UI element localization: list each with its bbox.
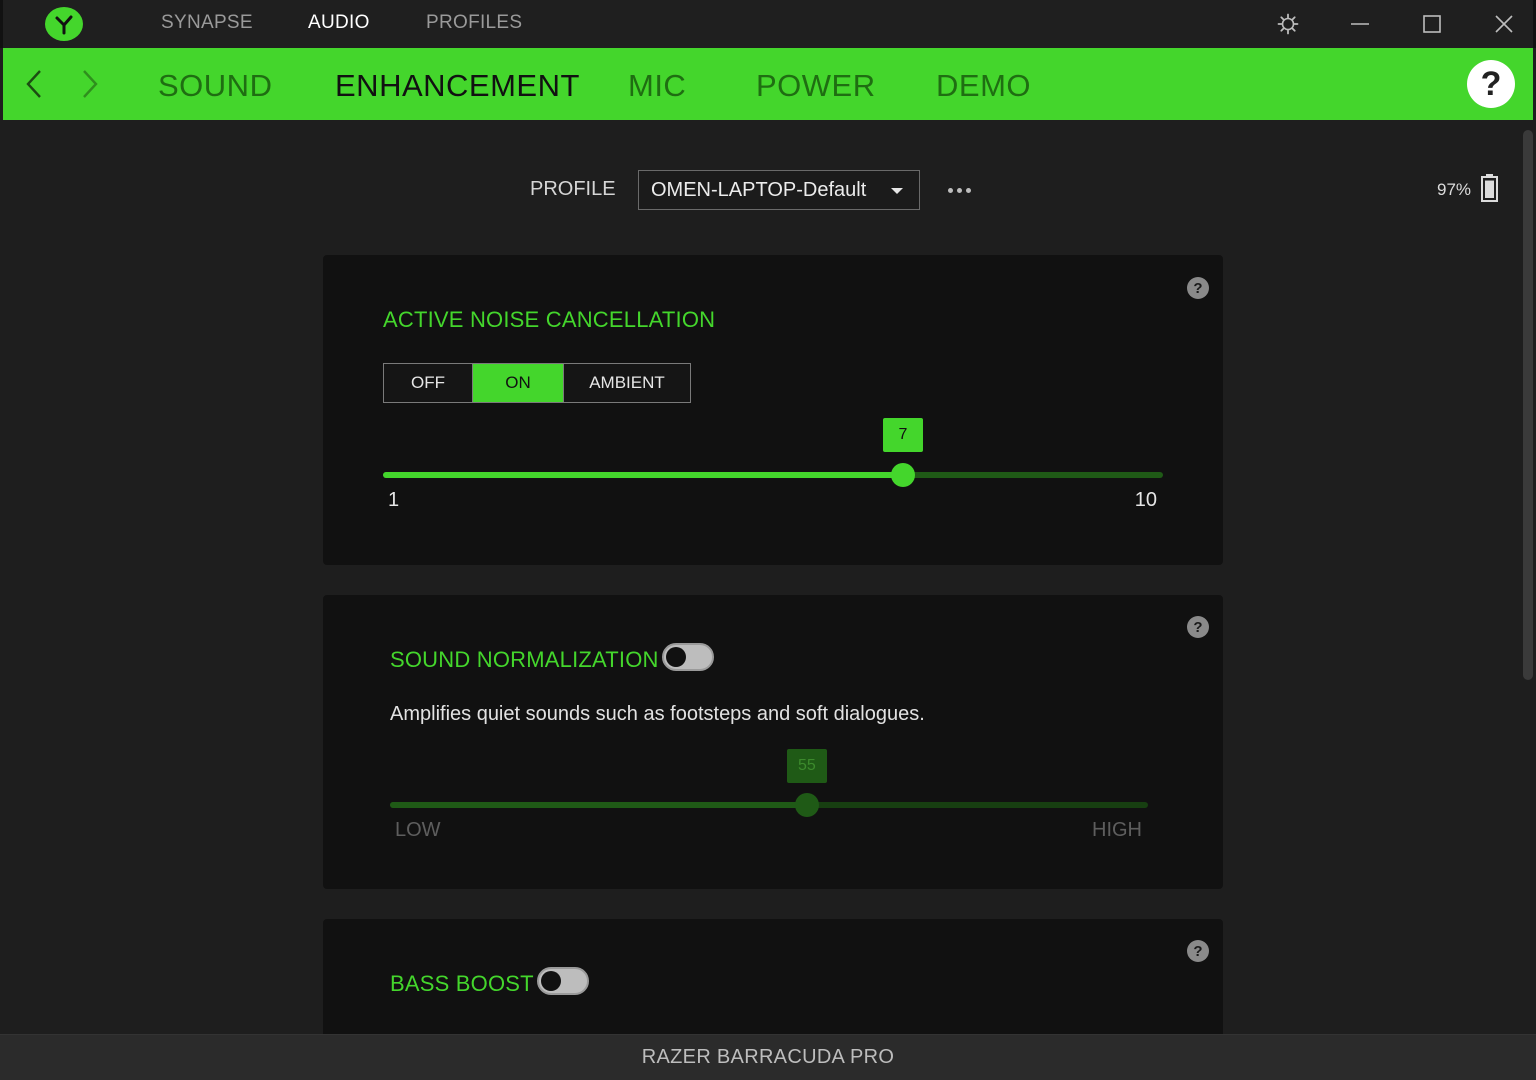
tab-power[interactable]: POWER (756, 68, 876, 104)
profile-dropdown[interactable]: OMEN-LAPTOP-Default (638, 170, 920, 210)
bass-boost-card: ? BASS BOOST (323, 919, 1223, 1034)
battery-icon (1481, 174, 1498, 202)
minimize-icon[interactable] (1340, 6, 1380, 42)
tab-synapse[interactable]: SYNAPSE (161, 12, 253, 34)
razer-logo-icon[interactable] (45, 7, 83, 41)
content-area: PROFILE OMEN-LAPTOP-Default 97% ? ACTIVE… (3, 120, 1533, 1034)
more-options-icon[interactable] (943, 178, 975, 202)
close-icon[interactable] (1484, 6, 1524, 42)
device-name: RAZER BARRACUDA PRO (641, 1046, 895, 1068)
tab-sound[interactable]: SOUND (158, 68, 272, 104)
maximize-icon[interactable] (1412, 6, 1452, 42)
anc-title: ACTIVE NOISE CANCELLATION (383, 307, 716, 332)
profile-label: PROFILE (530, 178, 616, 200)
anc-slider-thumb[interactable] (891, 463, 915, 487)
profile-selected-value: OMEN-LAPTOP-Default (651, 178, 867, 201)
tab-demo[interactable]: DEMO (936, 68, 1031, 104)
sub-navigation-bar: SOUND ENHANCEMENT MIC POWER DEMO ? (3, 48, 1533, 120)
title-bar: SYNAPSE AUDIO PROFILES (0, 0, 1536, 48)
anc-slider-min-label: 1 (388, 489, 400, 511)
anc-mode-ambient-button[interactable]: AMBIENT (563, 364, 690, 402)
normalization-toggle[interactable] (662, 643, 714, 671)
normalization-slider-min-label: LOW (395, 819, 441, 841)
help-icon[interactable]: ? (1467, 60, 1515, 108)
normalization-description: Amplifies quiet sounds such as footsteps… (390, 703, 925, 725)
normalization-slider-value: 55 (786, 749, 827, 783)
back-arrow-icon[interactable] (19, 68, 49, 100)
anc-slider-max-label: 10 (1134, 489, 1157, 511)
normalization-toggle-knob (666, 647, 686, 667)
sound-normalization-card: ? SOUND NORMALIZATION Amplifies quiet so… (323, 595, 1223, 889)
anc-mode-selector: OFF ON AMBIENT (383, 363, 691, 403)
battery-percent: 97% (1437, 180, 1472, 199)
anc-mode-off-button[interactable]: OFF (384, 364, 472, 402)
tab-audio[interactable]: AUDIO (308, 12, 370, 34)
chevron-down-icon (891, 188, 903, 194)
device-footer: RAZER BARRACUDA PRO (0, 1034, 1536, 1080)
vertical-scrollbar[interactable] (1523, 130, 1533, 680)
bass-boost-help-icon[interactable]: ? (1187, 940, 1209, 962)
forward-arrow-icon[interactable] (75, 68, 105, 100)
normalization-slider-thumb[interactable] (794, 793, 819, 817)
tab-enhancement[interactable]: ENHANCEMENT (335, 68, 580, 104)
bass-boost-toggle[interactable] (537, 967, 589, 995)
tab-mic[interactable]: MIC (628, 68, 686, 104)
anc-slider-fill (383, 472, 903, 478)
bass-boost-toggle-knob (541, 971, 561, 991)
tab-profiles[interactable]: PROFILES (426, 12, 522, 34)
anc-card: ? ACTIVE NOISE CANCELLATION OFF ON AMBIE… (323, 255, 1223, 565)
normalization-slider-max-label: HIGH (1092, 819, 1142, 841)
anc-slider-value: 7 (883, 418, 923, 452)
normalization-help-icon[interactable]: ? (1187, 616, 1209, 638)
anc-mode-on-button[interactable]: ON (472, 364, 563, 402)
settings-gear-icon[interactable] (1268, 6, 1308, 42)
anc-help-icon[interactable]: ? (1187, 277, 1209, 299)
normalization-title: SOUND NORMALIZATION (390, 647, 659, 672)
normalization-slider-fill (390, 802, 807, 808)
bass-boost-title: BASS BOOST (390, 971, 534, 996)
